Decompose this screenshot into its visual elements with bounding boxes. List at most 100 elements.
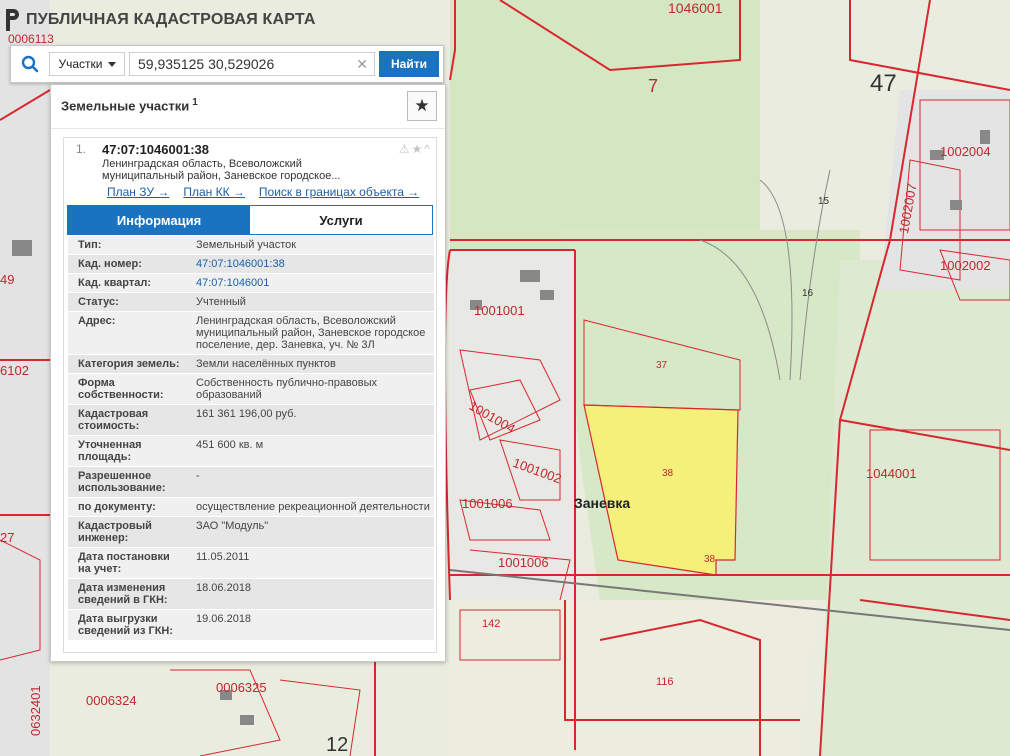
info-label: Уточненная площадь:: [78, 439, 142, 463]
search-bounds-link[interactable]: Поиск в границах объекта →: [259, 185, 419, 199]
plan-kk-link[interactable]: План КК →: [183, 185, 245, 199]
star-icon: ★: [414, 96, 430, 115]
result-index: 1.: [76, 142, 87, 156]
info-value: ЗАО "Модуль": [196, 520, 269, 532]
search-type-label: Участки: [58, 57, 103, 71]
info-value: 451 600 кв. м: [196, 439, 264, 451]
clear-icon[interactable]: ✕: [356, 56, 368, 73]
map-label-zanevka: Заневка: [574, 495, 631, 511]
info-value: 18.06.2018: [196, 582, 252, 594]
info-row-kad-number: Кад. номер: 47:07:1046001:38: [68, 255, 434, 274]
map-label-parcel-116: 116: [656, 676, 674, 688]
results-count: 1: [192, 97, 198, 108]
info-value: 161 361 196,00 руб.: [196, 408, 297, 420]
map-label-zone-12: 12: [326, 734, 349, 756]
app-title: ПУБЛИЧНАЯ КАДАСТРОВАЯ КАРТА: [26, 11, 316, 28]
info-label: Кад. номер:: [78, 258, 142, 270]
map-label-parcel-38b: 38: [704, 554, 716, 565]
map-label-1044001: 1044001: [866, 466, 917, 481]
info-row-cadastral-value: Кадастровая стоимость: 161 361 196,00 руб…: [68, 405, 434, 436]
search-icon[interactable]: [11, 46, 49, 82]
info-label: Форма собственности:: [78, 377, 164, 401]
info-value: Учтенный: [196, 296, 246, 308]
info-row-address: Адрес: Ленинградская область, Всеволожски…: [68, 312, 434, 355]
kad-number-link[interactable]: 47:07:1046001:38: [188, 255, 434, 273]
info-label: Кадастровая стоимость:: [78, 408, 149, 432]
info-label: Дата выгрузки сведений из ГКН:: [78, 613, 174, 637]
info-row-ownership: Форма собственности: Собственность публич…: [68, 374, 434, 405]
info-label: Разрешенное использование:: [78, 470, 166, 494]
info-row-export-date: Дата выгрузки сведений из ГКН: 19.06.2018: [68, 610, 434, 641]
info-row-change-date: Дата изменения сведений в ГКН: 18.06.2018: [68, 579, 434, 610]
map-label-0006325: 0006325: [216, 680, 267, 695]
result-address-line: муниципальный район, Заневское городское…: [102, 170, 341, 182]
result-cadastral-id[interactable]: 47:07:1046001:38: [102, 142, 209, 157]
tab-information[interactable]: Информация: [68, 206, 250, 234]
info-value: Ленинградская область, Всеволожский муни…: [196, 315, 426, 351]
map-label-1001006-a: 1001006: [462, 496, 513, 511]
search-input-wrapper: ✕: [129, 52, 375, 76]
info-label: по документу:: [78, 501, 156, 513]
search-input[interactable]: [130, 53, 374, 75]
map-label-1002002: 1002002: [940, 258, 991, 273]
info-value: Земли населённых пунктов: [196, 358, 336, 370]
map-label-zone-7: 7: [648, 76, 659, 96]
info-value: 11.05.2011: [196, 551, 250, 563]
map-label-0006113: 0006113: [8, 32, 54, 46]
info-value: Земельный участок: [196, 239, 297, 251]
info-value: 19.06.2018: [196, 613, 252, 625]
map-label-district-47: 47: [870, 70, 897, 97]
info-table: Тип: Земельный участок Кад. номер: 47:07:1…: [68, 236, 434, 641]
info-row-area: Уточненная площадь: 451 600 кв. м: [68, 436, 434, 467]
map-label-1002004: 1002004: [940, 144, 991, 159]
results-panel: Земельные участки 1 ★ 1. 47:07:1046001:38…: [50, 84, 446, 662]
result-address: Ленинградская область, Всеволожский муни…: [102, 158, 382, 182]
map-label-road-15: 15: [818, 196, 830, 207]
map-label-1001001: 1001001: [474, 303, 525, 318]
map-label-0006324: 0006324: [86, 693, 137, 708]
info-label: Адрес:: [78, 315, 116, 327]
result-address-line: Ленинградская область, Всеволожский: [102, 158, 302, 170]
result-links: План ЗУ → План КК → Поиск в границах объ…: [107, 185, 419, 199]
map-label-1046001: 1046001: [668, 0, 723, 16]
map-label-0632401: 0632401: [28, 685, 43, 736]
map-label-parcel-37: 37: [656, 360, 668, 371]
info-label: Кад. квартал:: [78, 277, 152, 289]
plan-zu-link[interactable]: План ЗУ →: [107, 185, 169, 199]
kad-quarter-link[interactable]: 47:07:1046001: [188, 274, 434, 292]
map-label-1001006-b: 1001006: [498, 555, 549, 570]
map-label-road-16: 16: [802, 288, 814, 299]
info-value: -: [196, 470, 200, 482]
app-header: ПУБЛИЧНАЯ КАДАСТРОВАЯ КАРТА: [6, 6, 316, 34]
info-value: Собственность публично-правовых образова…: [196, 377, 378, 401]
map-label-49: 49: [0, 272, 15, 287]
search-bar: Участки ✕ Найти: [10, 45, 444, 83]
info-label: Статус:: [78, 296, 119, 308]
panel-title-text: Земельные участки: [61, 98, 190, 114]
info-row-kad-quarter: Кад. квартал: 47:07:1046001: [68, 274, 434, 293]
info-value: осуществление рекреационной деятельности: [196, 501, 430, 513]
chevron-down-icon: [107, 61, 116, 67]
map-label-parcel-142: 142: [482, 618, 501, 630]
info-row-permitted-use: Разрешенное использование: -: [68, 467, 434, 498]
map-label-6102: 6102: [0, 363, 29, 378]
search-type-select[interactable]: Участки: [49, 52, 125, 76]
info-label: Категория земель:: [78, 358, 180, 370]
panel-header: Земельные участки 1 ★: [51, 85, 445, 129]
info-label: Дата постановки на учет:: [78, 551, 170, 575]
info-tabs: Информация Услуги: [67, 205, 433, 235]
info-row-type: Тип: Земельный участок: [68, 236, 434, 255]
info-label: Дата изменения сведений в ГКН:: [78, 582, 168, 606]
info-row-registration-date: Дата постановки на учет: 11.05.2011: [68, 548, 434, 579]
result-actions-icons[interactable]: ⚠★^: [399, 142, 432, 156]
search-button[interactable]: Найти: [379, 51, 439, 77]
info-row-status: Статус: Учтенный: [68, 293, 434, 312]
tab-services[interactable]: Услуги: [250, 206, 432, 234]
info-row-engineer: Кадастровый инженер: ЗАО "Модуль": [68, 517, 434, 548]
favorites-button[interactable]: ★: [407, 91, 437, 121]
info-label: Кадастровый инженер:: [78, 520, 152, 544]
info-row-land-category: Категория земель: Земли населённых пункто…: [68, 355, 434, 374]
map-label-parcel-38: 38: [662, 468, 674, 479]
info-row-by-document: по документу: осуществление рекреационной…: [68, 498, 434, 517]
result-card: 1. 47:07:1046001:38 Ленинградская област…: [63, 137, 437, 653]
